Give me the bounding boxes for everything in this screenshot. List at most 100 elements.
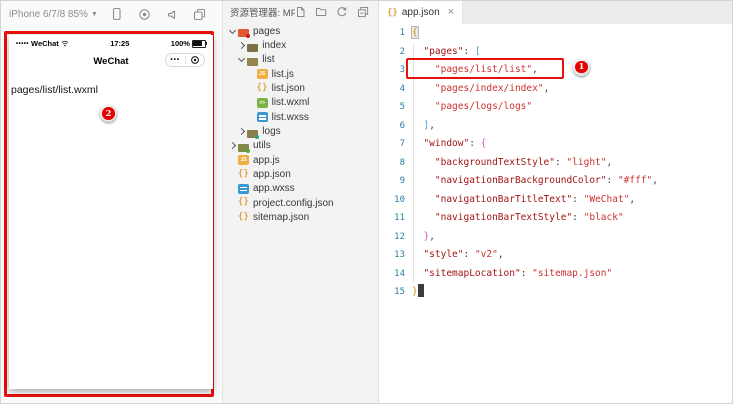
tree-item-utils[interactable]: utils <box>223 139 378 153</box>
code-line-11[interactable]: 11 "navigationBarTextStyle": "black" <box>379 209 732 228</box>
chevron-right-icon[interactable] <box>227 142 238 150</box>
tree-item-label: index <box>262 40 287 52</box>
json-icon <box>238 212 249 223</box>
tree-item-list.json[interactable]: list.json <box>223 81 378 95</box>
chevron-down-icon[interactable] <box>236 55 247 63</box>
tree-item-label: pages <box>253 25 281 37</box>
tree-item-index[interactable]: index <box>223 38 378 52</box>
chevron-right-icon[interactable] <box>236 128 247 136</box>
tree-item-label: logs <box>262 126 281 138</box>
line-text: "pages/index/index", <box>434 82 550 94</box>
line-text: "pages/logs/logs" <box>434 101 533 112</box>
tree-item-logs[interactable]: logs <box>223 124 378 139</box>
tree-item-list.js[interactable]: list.js <box>223 67 378 81</box>
phone-screen: ••••• WeChat 17:25 100% WeChat ••• pages… <box>9 35 213 389</box>
record-icon[interactable] <box>138 8 151 21</box>
mute-icon[interactable] <box>166 8 178 21</box>
collapse-all-icon[interactable] <box>357 6 369 18</box>
line-number: 11 <box>394 213 405 223</box>
code-line-6[interactable]: 6 ], <box>379 117 732 136</box>
new-file-icon[interactable] <box>295 6 306 18</box>
new-folder-icon[interactable] <box>315 6 327 17</box>
code-line-4[interactable]: 4 "pages/index/index", <box>379 80 732 99</box>
tree-item-pages[interactable]: pages <box>223 24 378 39</box>
tree-item-sitemap.json[interactable]: sitemap.json <box>223 210 378 224</box>
line-number: 13 <box>394 250 405 260</box>
tree-item-app.js[interactable]: app.js <box>223 153 378 167</box>
code-line-1[interactable]: 1{ <box>379 24 732 43</box>
folder-utils-icon <box>238 143 250 153</box>
explorer-title: 资源管理器: MP_01 <box>230 7 295 19</box>
text-cursor <box>418 283 425 297</box>
line-text: "window": { <box>423 138 487 149</box>
windows-icon[interactable] <box>193 8 206 21</box>
tab-app-json[interactable]: {} app.json × <box>379 1 464 24</box>
tree-item-label: list.wxss <box>271 111 309 123</box>
tree-item-label: project.config.json <box>253 197 334 209</box>
folder-open-icon <box>247 57 259 66</box>
line-text: }, <box>423 230 435 242</box>
capsule-button[interactable]: ••• <box>165 53 205 67</box>
json-file-icon: {} <box>387 7 398 18</box>
more-icon[interactable]: ••• <box>166 54 185 66</box>
line-number: 12 <box>394 231 405 242</box>
tree-item-app.json[interactable]: app.json <box>223 167 378 181</box>
tree-item-label: utils <box>253 140 271 152</box>
simulator-toolbar: iPhone 6/7/8 85% ▼ <box>1 1 222 27</box>
code-line-10[interactable]: 10 "navigationBarTitleText": "WeChat", <box>379 191 732 210</box>
tree-item-list.wxss[interactable]: list.wxss <box>223 110 378 124</box>
tree-item-project.config.json[interactable]: project.config.json <box>223 196 378 210</box>
line-number: 14 <box>394 268 405 279</box>
json-icon <box>257 83 268 94</box>
annotation-badge-2-number: 2 <box>102 107 115 120</box>
device-selector-label: iPhone 6/7/8 85% <box>9 8 88 20</box>
device-icon[interactable] <box>110 7 123 21</box>
code-line-7[interactable]: 7 "window": { <box>379 135 732 154</box>
battery-status: 100% <box>170 39 208 48</box>
code-line-15[interactable]: 15} <box>379 283 732 302</box>
line-number: 15 <box>394 287 405 297</box>
line-number: 6 <box>399 120 405 131</box>
code-line-12[interactable]: 12 }, <box>379 228 732 247</box>
tree-item-label: list.wxml <box>271 97 310 109</box>
file-explorer-panel: 资源管理器: MP_01 pages index list list.js list.j… <box>223 1 379 403</box>
code-line-5[interactable]: 5 "pages/logs/logs" <box>379 98 732 117</box>
phone-status-bar: ••••• WeChat 17:25 100% <box>9 35 213 49</box>
tree-item-app.wxss[interactable]: app.wxss <box>223 182 378 196</box>
simulator-toolbar-icons <box>110 7 206 21</box>
signal-dots-icon: ••••• <box>16 40 30 47</box>
refresh-icon[interactable] <box>336 6 348 18</box>
phone-nav-bar: WeChat ••• <box>9 49 213 75</box>
code-line-13[interactable]: 13 "style": "v2", <box>379 246 732 265</box>
chevron-right-icon[interactable] <box>236 41 247 50</box>
code-line-14[interactable]: 14 "sitemapLocation": "sitemap.json" <box>379 265 732 284</box>
exit-target-icon[interactable] <box>186 55 205 65</box>
tree-item-list[interactable]: list <box>223 53 378 67</box>
js-icon <box>256 69 268 80</box>
folder-pages-icon <box>238 29 250 39</box>
line-text: "navigationBarTextStyle": "black" <box>434 212 624 223</box>
line-number: 9 <box>399 176 405 186</box>
tree-item-list.wxml[interactable]: list.wxml <box>223 96 378 110</box>
editor-panel: {} app.json × 1{2 "pages": [3 "pages/lis… <box>379 1 732 403</box>
carrier-label: WeChat <box>31 39 59 48</box>
wechat-devtools-window: iPhone 6/7/8 85% ▼ ••••• WeChat 17:25 10… <box>0 0 733 404</box>
tree-item-label: app.wxss <box>253 183 295 195</box>
line-text: "backgroundTextStyle": "light", <box>434 156 613 168</box>
tab-label: app.json <box>401 7 440 18</box>
battery-icon <box>191 39 208 48</box>
code-line-9[interactable]: 9 "navigationBarBackgroundColor": "#fff"… <box>379 172 732 191</box>
simulator-panel: iPhone 6/7/8 85% ▼ ••••• WeChat 17:25 10… <box>1 1 223 403</box>
chevron-down-icon[interactable] <box>227 26 238 34</box>
line-number: 7 <box>399 139 405 149</box>
code-line-8[interactable]: 8 "backgroundTextStyle": "light", <box>379 154 732 173</box>
device-selector[interactable]: iPhone 6/7/8 85% ▼ <box>9 9 98 20</box>
tree-item-label: sitemap.json <box>253 212 310 224</box>
folder-logs-icon <box>247 129 260 139</box>
tree-item-label: app.js <box>253 154 280 166</box>
json-icon <box>238 197 249 208</box>
editor-tab-bar: {} app.json × <box>379 1 732 24</box>
close-icon[interactable]: × <box>448 7 454 18</box>
line-text: "navigationBarBackgroundColor": "#fff", <box>434 175 658 186</box>
battery-percent: 100% <box>170 39 190 48</box>
